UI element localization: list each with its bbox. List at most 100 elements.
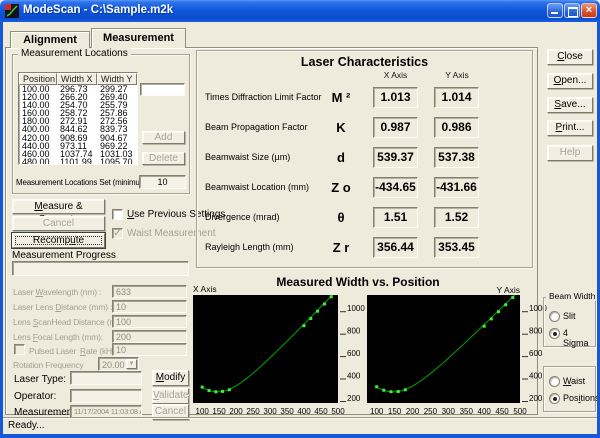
window-title: ModeScan - C:\Sample.m2k (23, 4, 174, 16)
setting-input: 200 (112, 330, 187, 343)
pulsed-laser-checkbox (14, 344, 25, 355)
svg-text:300: 300 (442, 407, 456, 416)
window-border-bottom (0, 434, 600, 438)
positions-radio[interactable] (549, 393, 560, 404)
characteristic-symbol: d (337, 150, 345, 165)
four-sigma-radio[interactable] (549, 328, 560, 339)
svg-text:350: 350 (460, 407, 474, 416)
characteristic-y-value: 1.014 (434, 87, 479, 108)
characteristic-symbol: Z o (331, 180, 351, 195)
svg-text:450: 450 (495, 407, 509, 416)
table-cell: 299.27 (100, 85, 128, 94)
table-cell: 420.00 (22, 133, 50, 142)
svg-text:100: 100 (196, 407, 210, 416)
table-cell: 180.00 (22, 117, 50, 126)
characteristic-label: Beamwaist Size (µm) (205, 152, 291, 162)
status-text: Ready... (8, 420, 45, 431)
modify-button[interactable]: Modify (152, 370, 189, 386)
svg-text:200: 200 (347, 394, 361, 403)
characteristic-symbol: θ (337, 210, 345, 225)
open-button[interactable]: Open... (547, 73, 593, 89)
measurement-progress-label: Measurement Progress (12, 250, 116, 261)
setting-input: 100 (112, 315, 187, 328)
laser-characteristics-panel: Laser Characteristics X Axis Y Axis Time… (196, 50, 533, 268)
characteristic-x-value: 0.987 (373, 117, 418, 138)
waist-radio[interactable] (549, 376, 560, 387)
svg-text:150: 150 (388, 407, 402, 416)
characteristic-row: Divergence (mrad) θ 1.51 1.52 (197, 207, 532, 228)
svg-text:400: 400 (347, 372, 361, 381)
y-axis-chart: 100 150 200 250 300 350 400 450 500 200 400 600 800 1… (367, 295, 550, 422)
characteristic-x-value: 356.44 (373, 237, 418, 258)
table-row[interactable]: 160.00 258.72 257.86 (19, 109, 137, 117)
table-cell: 258.72 (60, 109, 88, 118)
table-row[interactable]: 440.00 973.11 969.22 (19, 142, 137, 150)
locations-set-value: 10 (139, 175, 186, 189)
column-header-width-y[interactable]: Width Y (97, 73, 137, 85)
column-header-position[interactable]: Position (19, 73, 57, 85)
waist-measurement-checkbox: ✓ (112, 228, 123, 239)
print-button[interactable]: Print... (547, 120, 593, 136)
use-previous-settings-checkbox[interactable] (112, 209, 123, 220)
rotation-frequency-dropdown: 20.00 ▼ (98, 357, 139, 371)
characteristic-label: Beamwaist Location (mm) (205, 182, 310, 192)
tab-alignment[interactable]: Alignment (10, 31, 90, 48)
table-row[interactable]: 140.00 254.70 255.79 (19, 101, 137, 109)
title-bar[interactable]: ModeScan - C:\Sample.m2k × (0, 0, 600, 22)
waist-positions-group: Waist Positions (543, 366, 600, 412)
svg-text:800: 800 (347, 327, 361, 336)
delete-button: Delete (142, 152, 185, 165)
slit-radio[interactable] (549, 311, 560, 322)
minimize-button[interactable] (547, 3, 563, 18)
waist-label[interactable]: Waist (563, 376, 585, 386)
save-button[interactable]: Save... (547, 97, 593, 113)
measure-compute-button[interactable]: Measure & Compute (12, 199, 105, 225)
column-header-width-x[interactable]: Width X (57, 73, 97, 85)
locations-table[interactable]: Position Width X Width Y 100.00 296.73 299.2… (18, 72, 138, 165)
four-sigma-label[interactable]: 4 Sigma (563, 328, 595, 348)
close-button[interactable]: Close (547, 49, 593, 65)
new-location-input[interactable] (140, 83, 185, 96)
x-axis-column-header: X Axis (383, 70, 408, 80)
table-cell: 140.00 (22, 101, 50, 110)
tab-measurement[interactable]: Measurement (91, 28, 186, 48)
characteristic-x-value: 1.51 (373, 207, 418, 228)
operator-input[interactable] (70, 389, 142, 403)
table-cell: 1095.70 (100, 157, 133, 165)
close-window-button[interactable]: × (581, 3, 597, 18)
table-cell: 120.00 (22, 93, 50, 102)
table-row[interactable]: 120.00 266.20 269.40 (19, 93, 137, 101)
app-icon (5, 4, 19, 18)
characteristic-x-value: -434.65 (373, 177, 418, 198)
characteristic-y-value: 1.52 (434, 207, 479, 228)
table-row[interactable]: 180.00 272.91 272.56 (19, 117, 137, 125)
table-row[interactable]: 100.00 296.73 299.27 (19, 85, 137, 93)
status-bar: Ready... (3, 417, 597, 434)
setting-label: Lens Focal Length (mm): (13, 332, 103, 342)
help-button: Help (547, 145, 593, 161)
table-row[interactable]: 460.00 1037.74 1031.03 (19, 150, 137, 158)
laser-type-label: Laser Type: (14, 374, 67, 385)
setting-label: Lens ScanHead Distance (mm): (13, 317, 128, 327)
table-row[interactable]: 480.00 1101.99 1095.70 (19, 157, 137, 165)
recompute-button[interactable]: Recompute (12, 233, 105, 248)
svg-text:800: 800 (529, 327, 543, 336)
table-row[interactable]: 400.00 844.62 839.73 (19, 125, 137, 133)
laser-type-input[interactable] (70, 371, 142, 385)
locations-table-header[interactable]: Position Width X Width Y (19, 73, 137, 85)
svg-text:400: 400 (297, 407, 311, 416)
table-row[interactable]: 420.00 908.69 904.67 (19, 134, 137, 142)
maximize-button[interactable] (564, 3, 580, 18)
y-axis-chart-label: Y Axis (496, 285, 520, 295)
svg-text:350: 350 (280, 407, 294, 416)
measurement-progress-bar (12, 261, 189, 276)
table-cell: 254.70 (60, 101, 88, 110)
characteristic-label: Divergence (mrad) (205, 212, 280, 222)
add-button: Add (142, 131, 185, 144)
svg-text:100: 100 (370, 407, 384, 416)
positions-label[interactable]: Positions (563, 393, 600, 403)
table-cell: 844.62 (60, 125, 88, 134)
slit-label[interactable]: Slit (563, 311, 576, 321)
validate-button: Validate (152, 388, 189, 404)
setting-input: 10 (112, 300, 187, 313)
